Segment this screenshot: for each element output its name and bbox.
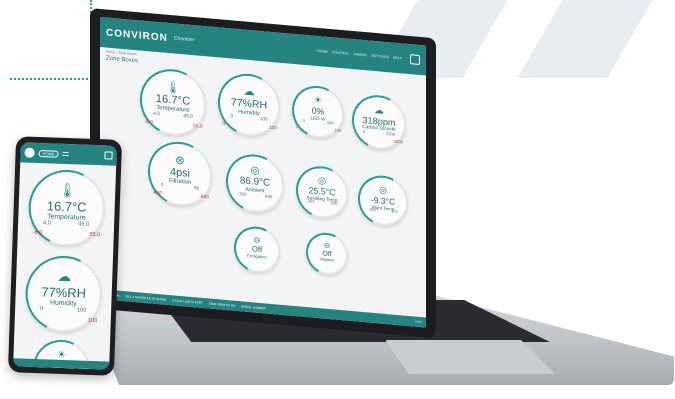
gauge-low-value: 4.0	[153, 111, 161, 118]
gauge-low-value: -303	[237, 191, 247, 197]
gauge-card[interactable]: ☀ 0% LED-W 0 100 0 100	[284, 80, 352, 145]
gauge-card[interactable]: 🌡 16.7°C Temperature 4.0 45.0 -6.0 55.0	[130, 61, 216, 143]
gauge-arc	[138, 134, 222, 214]
gauge-low-value: 0	[230, 113, 234, 119]
gauge-high-value: 45.0	[183, 114, 193, 121]
gauge-card[interactable]: ☁ 77%RH Humidity 0 100 0 100	[209, 66, 289, 144]
page-title: Zone Boxes	[106, 55, 139, 65]
gauge-arc	[130, 61, 216, 143]
nav-item[interactable]: HELP	[393, 56, 402, 61]
gauge-card[interactable]: ⊖ Off Fertigation	[227, 221, 287, 279]
nav-item[interactable]: HOME	[317, 49, 328, 54]
gauge-max-limit: 100	[269, 124, 277, 131]
gauge-card[interactable]: ◎ 25.5°C Seedling Temp -303 200	[288, 160, 356, 225]
gauge-max-limit: 55.0	[193, 123, 203, 130]
gauge-card[interactable]: ◎ -9.3°C Plant Temp -303 100	[350, 170, 416, 232]
background-stripe	[517, 0, 653, 78]
gauge-card[interactable]: ☁ 318ppm Carbon Dioxide 0 2000 3000	[344, 89, 414, 156]
brand-logo: CONVIRON	[106, 27, 168, 44]
gauge-max-limit: 55.0	[89, 231, 101, 239]
gauge-low-value: 0	[363, 129, 366, 135]
gauge-high-value: 100	[391, 209, 398, 215]
brand-subtitle: Chamber	[173, 35, 195, 44]
gauge-card[interactable]: 🌡 16.7°C Temperature 4.0 45.0 -6.0 55.0	[18, 160, 115, 256]
gauge-min-limit: -6.0	[144, 119, 153, 126]
status-item: CYCLE LIGHTS STEP	[172, 298, 203, 305]
laptop-screen: CONVIRON Chamber HOME CONTROL TRENDS SET…	[100, 17, 426, 328]
gauge-arc	[350, 170, 416, 232]
gauge-arc	[209, 66, 289, 144]
gauge-min-limit: -640	[152, 190, 162, 197]
home-pill[interactable]: HOME	[38, 149, 59, 158]
gauge-high-value: 45.0	[77, 221, 90, 228]
gauge-min-limit: -6.0	[32, 229, 43, 237]
gauge-max-limit: 640	[200, 194, 209, 201]
gauge-card[interactable]: ⊛ 4psi Filtration 0 56 -640 640	[138, 134, 222, 214]
gauge-min-limit: 0	[295, 124, 299, 130]
gauge-low-value: 0	[160, 182, 164, 189]
gauge-card[interactable]: ◎ 86.9°C Ambient -303 960	[217, 147, 293, 220]
gauge-high-value: 960	[265, 193, 273, 200]
grid-icon[interactable]	[410, 54, 420, 65]
gauge-low-value: 0	[39, 305, 44, 313]
gauge-max-limit: 3000	[393, 138, 403, 145]
gauge-arc	[227, 221, 287, 279]
gauge-card[interactable]: ☁ 77%RH Humidity 0 100 100	[15, 246, 112, 342]
gauge-arc	[300, 228, 354, 280]
menu-icon[interactable]	[62, 151, 69, 157]
phone-header: HOME	[20, 142, 117, 166]
exit-button[interactable]: EXIT	[415, 320, 422, 325]
status-item: SAVE GRAPHS ON	[208, 301, 236, 308]
gauge-arc	[217, 147, 293, 220]
gauge-min-limit: 0	[222, 120, 225, 127]
gauge-low-value: -303	[306, 198, 315, 205]
gauge-arc	[18, 160, 115, 256]
grid-icon[interactable]	[104, 151, 113, 160]
top-nav: HOME CONTROL TRENDS SETTINGS HELP	[317, 46, 420, 65]
phone-screen: HOME 🌡 16.7°C Temperature 4.0 45.0 -6.0 55.0 ☁ 7…	[13, 142, 117, 370]
gauge-high-value: 100	[76, 307, 87, 314]
gauge-high-value: 100	[259, 116, 268, 122]
gauge-max-limit: 100	[87, 317, 98, 324]
gauge-high-value: 56	[193, 185, 200, 192]
gauge-high-value: 100	[326, 120, 334, 126]
phone-device: HOME 🌡 16.7°C Temperature 4.0 45.0 -6.0 55.0 ☁ 7…	[7, 136, 123, 376]
status-item: SERIAL NUMBER	[241, 304, 266, 311]
gauge-arc	[15, 246, 112, 342]
gauge-card[interactable]: ⊖ Off Irrigation	[300, 228, 354, 280]
gauge-max-limit: 100	[334, 127, 342, 134]
gauge-arc	[284, 80, 352, 145]
nav-item[interactable]: CONTROL	[332, 50, 349, 55]
gauge-arc	[344, 89, 414, 156]
dotted-border-decoration	[10, 0, 92, 80]
status-item: 25.5 ● SCHEDULE STOPPED	[125, 294, 167, 302]
app-logo-icon[interactable]	[24, 147, 35, 158]
gauge-low-value: 0	[302, 118, 305, 124]
gauge-high-value: 2000	[385, 131, 395, 137]
gauge-arc	[288, 160, 356, 225]
gauge-low-value: 4.0	[42, 219, 52, 227]
nav-item[interactable]: SETTINGS	[371, 54, 389, 60]
nav-item[interactable]: TRENDS	[353, 52, 367, 57]
phone-status-bar	[13, 358, 110, 370]
gauge-low-value: -303	[368, 207, 376, 213]
gauge-high-value: 200	[330, 200, 338, 207]
